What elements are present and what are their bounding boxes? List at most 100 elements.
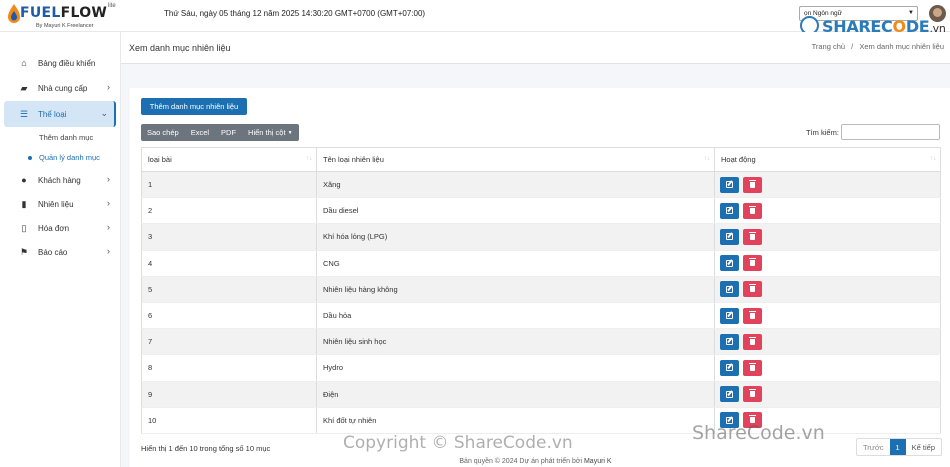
delete-button[interactable] — [743, 359, 762, 376]
excel-button[interactable]: Excel — [185, 124, 215, 141]
sidebar-item-suppliers[interactable]: ▰ Nhà cung cấp › — [4, 77, 116, 99]
fuel-icon: ▮ — [21, 198, 27, 209]
trash-icon — [749, 336, 756, 345]
trash-icon — [749, 179, 756, 188]
column-header-name[interactable]: Tên loại nhiên liệu ↑↓ — [316, 147, 715, 172]
table-header-row: loại bài ↑↓ Tên loại nhiên liệu ↑↓ Hoạt độ… — [141, 147, 941, 172]
delete-button[interactable] — [743, 228, 762, 245]
cell-actions — [714, 197, 941, 225]
table-row: 4 CNG — [141, 250, 941, 277]
edit-icon — [726, 207, 733, 215]
flag-icon: ⚑ — [19, 246, 29, 257]
delete-button[interactable] — [743, 202, 762, 219]
row-actions — [720, 307, 940, 324]
cell-id: 2 — [141, 197, 317, 225]
row-actions — [720, 202, 940, 219]
cell-id: 3 — [141, 223, 317, 251]
sidebar-item-categories[interactable]: ☰ Thể loại ⌄ — [4, 101, 116, 127]
footer-author[interactable]: Mayuri K — [584, 458, 612, 465]
cell-actions — [714, 223, 941, 251]
sidebar-item-customers[interactable]: ● Khách hàng › — [4, 169, 116, 191]
chevron-right-icon: › — [107, 246, 110, 256]
edit-button[interactable] — [720, 307, 739, 324]
truck-icon: ▰ — [20, 82, 28, 93]
add-category-button[interactable]: Thêm danh mục nhiên liệu — [141, 98, 247, 115]
table-row: 6 Dầu hỏa — [141, 302, 941, 330]
sort-icon: ↑↓ — [306, 156, 312, 162]
pdf-button[interactable]: PDF — [215, 124, 242, 141]
pagination-page-1[interactable]: 1 — [889, 439, 906, 455]
cell-name: Dầu hỏa — [316, 302, 715, 330]
sidebar-item-reports[interactable]: ⚑ Báo cáo › — [4, 241, 116, 263]
brand-name: FUELFLOW — [20, 5, 108, 21]
edit-button[interactable] — [720, 176, 739, 193]
row-actions — [720, 386, 940, 403]
row-actions — [720, 228, 940, 245]
cell-name: Nhiên liệu sinh học — [316, 328, 715, 356]
page-header: Xem danh mục nhiên liệu Trang chủ / Xem … — [121, 32, 950, 64]
delete-button[interactable] — [743, 255, 762, 272]
pagination-next[interactable]: Kế tiếp — [906, 439, 941, 455]
delete-button[interactable] — [743, 333, 762, 350]
sidebar-item-label: Báo cáo — [38, 247, 68, 257]
delete-button[interactable] — [743, 307, 762, 324]
brand-logo[interactable]: FUELFLOW lite By Mayuri K Freelancer — [6, 3, 118, 31]
column-header-label: Tên loại nhiên liệu — [323, 155, 384, 164]
sidebar-item-dashboard[interactable]: ⌂ Bảng điều khiển — [4, 52, 116, 74]
delete-button[interactable] — [743, 281, 762, 298]
delete-button[interactable] — [743, 386, 762, 403]
cell-name: Khí đốt tự nhiên — [316, 407, 715, 434]
table-export-buttons: Sao chép Excel PDF Hiển thị cột ▼ — [141, 124, 299, 141]
row-actions — [720, 281, 940, 298]
cell-actions — [714, 302, 941, 330]
edit-button[interactable] — [720, 202, 739, 219]
cell-name: Dầu diesel — [316, 197, 715, 225]
edit-button[interactable] — [720, 228, 739, 245]
table-row: 2 Dầu diesel — [141, 197, 941, 225]
row-actions — [720, 359, 940, 376]
fuel-category-table: loại bài ↑↓ Tên loại nhiên liệu ↑↓ Hoạt độ… — [141, 147, 941, 434]
trash-icon — [749, 205, 756, 214]
table-row: 7 Nhiên liệu sinh học — [141, 328, 941, 356]
cell-id: 6 — [141, 302, 317, 330]
pagination-prev[interactable]: Trước — [857, 439, 890, 455]
chevron-right-icon: › — [107, 82, 110, 92]
column-header-label: Hoạt động — [721, 155, 756, 164]
table-row: 5 Nhiên liệu hàng không — [141, 276, 941, 303]
delete-button[interactable] — [743, 176, 762, 193]
edit-button[interactable] — [720, 359, 739, 376]
cell-actions — [714, 328, 941, 356]
copy-button[interactable]: Sao chép — [141, 124, 185, 141]
search-input[interactable] — [841, 124, 940, 140]
pagination: Trước 1 Kế tiếp — [856, 438, 943, 456]
edit-button[interactable] — [720, 333, 739, 350]
breadcrumb-home[interactable]: Trang chủ — [812, 42, 846, 51]
edit-button[interactable] — [720, 255, 739, 272]
trash-icon — [749, 389, 756, 398]
edit-icon — [726, 338, 733, 346]
list-icon: ☰ — [19, 108, 29, 119]
row-actions — [720, 255, 940, 272]
table-row: 8 Hydro — [141, 354, 941, 382]
cell-actions — [714, 276, 941, 303]
trash-icon — [749, 258, 756, 267]
subnav-add-category[interactable]: Thêm danh mục — [39, 133, 93, 142]
chevron-right-icon: › — [107, 174, 110, 184]
edit-icon — [726, 312, 733, 320]
corner-watermark: ShareCode.vn — [692, 422, 825, 444]
sidebar-item-invoices[interactable]: ▯ Hóa đơn › — [4, 217, 116, 239]
column-visibility-label: Hiển thị cột — [248, 128, 286, 137]
cell-id: 9 — [141, 381, 317, 408]
column-header-id[interactable]: loại bài ↑↓ — [141, 147, 317, 172]
cell-name: Nhiên liệu hàng không — [316, 276, 715, 303]
edit-button[interactable] — [720, 281, 739, 298]
breadcrumb: Trang chủ / Xem danh mục nhiên liệu — [812, 42, 944, 51]
edit-button[interactable] — [720, 386, 739, 403]
sidebar-item-fuel[interactable]: ▮ Nhiên liệu › — [4, 193, 116, 215]
subnav-manage-categories[interactable]: Quản lý danh mục — [39, 153, 100, 162]
column-visibility-button[interactable]: Hiển thị cột ▼ — [242, 124, 298, 141]
column-header-actions[interactable]: Hoạt động ↑↓ — [714, 147, 941, 172]
trash-icon — [749, 310, 756, 319]
user-icon: ● — [21, 175, 27, 185]
sort-icon: ↑↓ — [930, 156, 936, 162]
